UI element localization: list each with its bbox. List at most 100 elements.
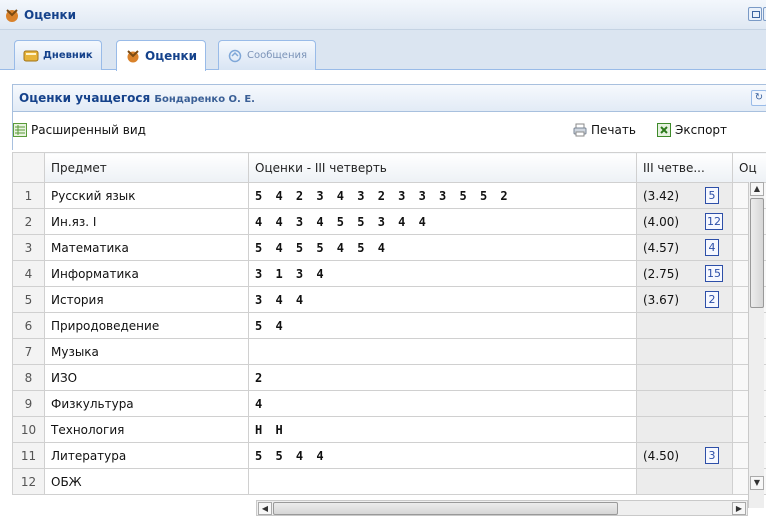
- excel-export-icon: [657, 123, 671, 137]
- vertical-scroll-thumb[interactable]: [750, 198, 764, 308]
- print-icon: [573, 123, 587, 137]
- scroll-up-arrow-icon[interactable]: ▲: [750, 182, 764, 196]
- subject-cell: Русский язык: [44, 182, 249, 209]
- grades-cell: 5 5 4 4: [248, 442, 637, 469]
- table-row[interactable]: 12 ОБЖ: [12, 468, 766, 495]
- vertical-scrollbar[interactable]: ▲ ▼: [748, 182, 764, 508]
- row-number: 4: [12, 260, 45, 287]
- row-number: 1: [12, 182, 45, 209]
- subject-cell: ОБЖ: [44, 468, 249, 495]
- subject-cell: Ин.яз. I: [44, 208, 249, 235]
- grade-count-badge[interactable]: 12: [705, 213, 723, 230]
- row-number: 8: [12, 364, 45, 391]
- grades-cell: 3 1 3 4: [248, 260, 637, 287]
- extended-view-button[interactable]: Расширенный вид: [13, 123, 146, 137]
- window-title: Оценки: [24, 8, 77, 22]
- quarter-cell: [636, 416, 733, 443]
- row-number: 7: [12, 338, 45, 365]
- subject-cell: Физкультура: [44, 390, 249, 417]
- scroll-left-arrow-icon[interactable]: ◀: [258, 502, 272, 515]
- panel-title-text: Оценки учащегося: [19, 91, 151, 105]
- grades-flag-icon: [6, 9, 18, 22]
- average-value: (4.57): [643, 240, 680, 255]
- table-header-row: Предмет Оценки - III четверть III четве.…: [12, 152, 766, 183]
- table-row[interactable]: 6 Природоведение 5 4: [12, 312, 766, 339]
- grades-cell: 5 4: [248, 312, 637, 339]
- tab-diary-label: Дневник: [43, 50, 93, 61]
- grid-toolbar: Расширенный вид Печать Экспорт: [12, 112, 766, 150]
- scroll-right-arrow-icon[interactable]: ▶: [732, 502, 746, 515]
- refresh-tool-button[interactable]: ↻: [751, 90, 766, 106]
- tab-strip: Дневник Оценки Сообщения: [0, 30, 766, 71]
- row-number: 2: [12, 208, 45, 235]
- minimize-button[interactable]: [748, 7, 762, 21]
- grades-cell: 3 4 4: [248, 286, 637, 313]
- row-number: 6: [12, 312, 45, 339]
- grades-cell: 5 4 5 5 4 5 4: [248, 234, 637, 261]
- grade-count-badge[interactable]: 2: [705, 291, 719, 308]
- table-row[interactable]: 8 ИЗО 2: [12, 364, 766, 391]
- grades-flag-icon: [127, 50, 139, 63]
- tab-messages[interactable]: Сообщения: [218, 40, 317, 70]
- quarter-cell: (4.57) 4: [636, 234, 733, 261]
- grades-cell: 4 4 3 4 5 5 3 4 4: [248, 208, 637, 235]
- horizontal-scroll-thumb[interactable]: [273, 502, 618, 515]
- window-titlebar: Оценки: [0, 0, 766, 30]
- col-header-number: [12, 152, 45, 183]
- subject-cell: Музыка: [44, 338, 249, 365]
- grade-count-badge[interactable]: 15: [705, 265, 723, 282]
- grades-table: Предмет Оценки - III четверть III четве.…: [12, 152, 766, 495]
- quarter-cell: (3.67) 2: [636, 286, 733, 313]
- table-row[interactable]: 4 Информатика 3 1 3 4 (2.75) 15: [12, 260, 766, 287]
- col-header-grades[interactable]: Оценки - III четверть: [248, 152, 637, 183]
- table-row[interactable]: 10 Технология Н Н: [12, 416, 766, 443]
- subject-cell: Информатика: [44, 260, 249, 287]
- table-row[interactable]: 9 Физкультура 4: [12, 390, 766, 417]
- subject-cell: ИЗО: [44, 364, 249, 391]
- row-number: 9: [12, 390, 45, 417]
- print-button[interactable]: Печать: [573, 123, 636, 137]
- scroll-down-arrow-icon[interactable]: ▼: [750, 476, 764, 490]
- quarter-cell: [636, 390, 733, 417]
- table-row[interactable]: 5 История 3 4 4 (3.67) 2: [12, 286, 766, 313]
- table-row[interactable]: 3 Математика 5 4 5 5 4 5 4 (4.57) 4: [12, 234, 766, 261]
- tab-diary[interactable]: Дневник: [14, 40, 102, 70]
- average-value: (4.50): [643, 448, 680, 463]
- subject-cell: Литература: [44, 442, 249, 469]
- grade-count-badge[interactable]: 4: [705, 239, 719, 256]
- row-number: 3: [12, 234, 45, 261]
- table-row[interactable]: 2 Ин.яз. I 4 4 3 4 5 5 3 4 4 (4.00) 12: [12, 208, 766, 235]
- quarter-cell: (4.00) 12: [636, 208, 733, 235]
- export-label: Экспорт: [675, 123, 728, 137]
- quarter-cell: [636, 312, 733, 339]
- row-number: 11: [12, 442, 45, 469]
- grade-count-badge[interactable]: 3: [705, 447, 719, 464]
- table-row[interactable]: 11 Литература 5 5 4 4 (4.50) 3: [12, 442, 766, 469]
- col-header-subject[interactable]: Предмет: [44, 152, 249, 183]
- messages-icon: [228, 49, 242, 62]
- grades-cell: 2: [248, 364, 637, 391]
- col-header-final[interactable]: Оц: [732, 152, 766, 183]
- subject-cell: Математика: [44, 234, 249, 261]
- quarter-cell: [636, 468, 733, 495]
- quarter-cell: [636, 338, 733, 365]
- col-header-quarter[interactable]: III четве...: [636, 152, 733, 183]
- grades-cell: 4: [248, 390, 637, 417]
- average-value: (3.42): [643, 188, 680, 203]
- diary-book-icon: [23, 50, 39, 61]
- tab-grades[interactable]: Оценки: [116, 40, 207, 71]
- table-row[interactable]: 1 Русский язык 5 4 2 3 4 3 2 3 3 3 5 5 2…: [12, 182, 766, 209]
- quarter-cell: (4.50) 3: [636, 442, 733, 469]
- table-row[interactable]: 7 Музыка: [12, 338, 766, 365]
- row-number: 10: [12, 416, 45, 443]
- average-value: (3.67): [643, 292, 680, 307]
- extended-view-label: Расширенный вид: [31, 123, 146, 137]
- grade-count-badge[interactable]: 5: [705, 187, 719, 204]
- grades-cell: 5 4 2 3 4 3 2 3 3 3 5 5 2: [248, 182, 637, 209]
- refresh-icon: ↻: [754, 92, 764, 103]
- row-number: 12: [12, 468, 45, 495]
- quarter-cell: (2.75) 15: [636, 260, 733, 287]
- horizontal-scrollbar[interactable]: ◀ ▶: [256, 500, 748, 516]
- export-button[interactable]: Экспорт: [657, 123, 727, 137]
- grades-cell: [248, 468, 637, 495]
